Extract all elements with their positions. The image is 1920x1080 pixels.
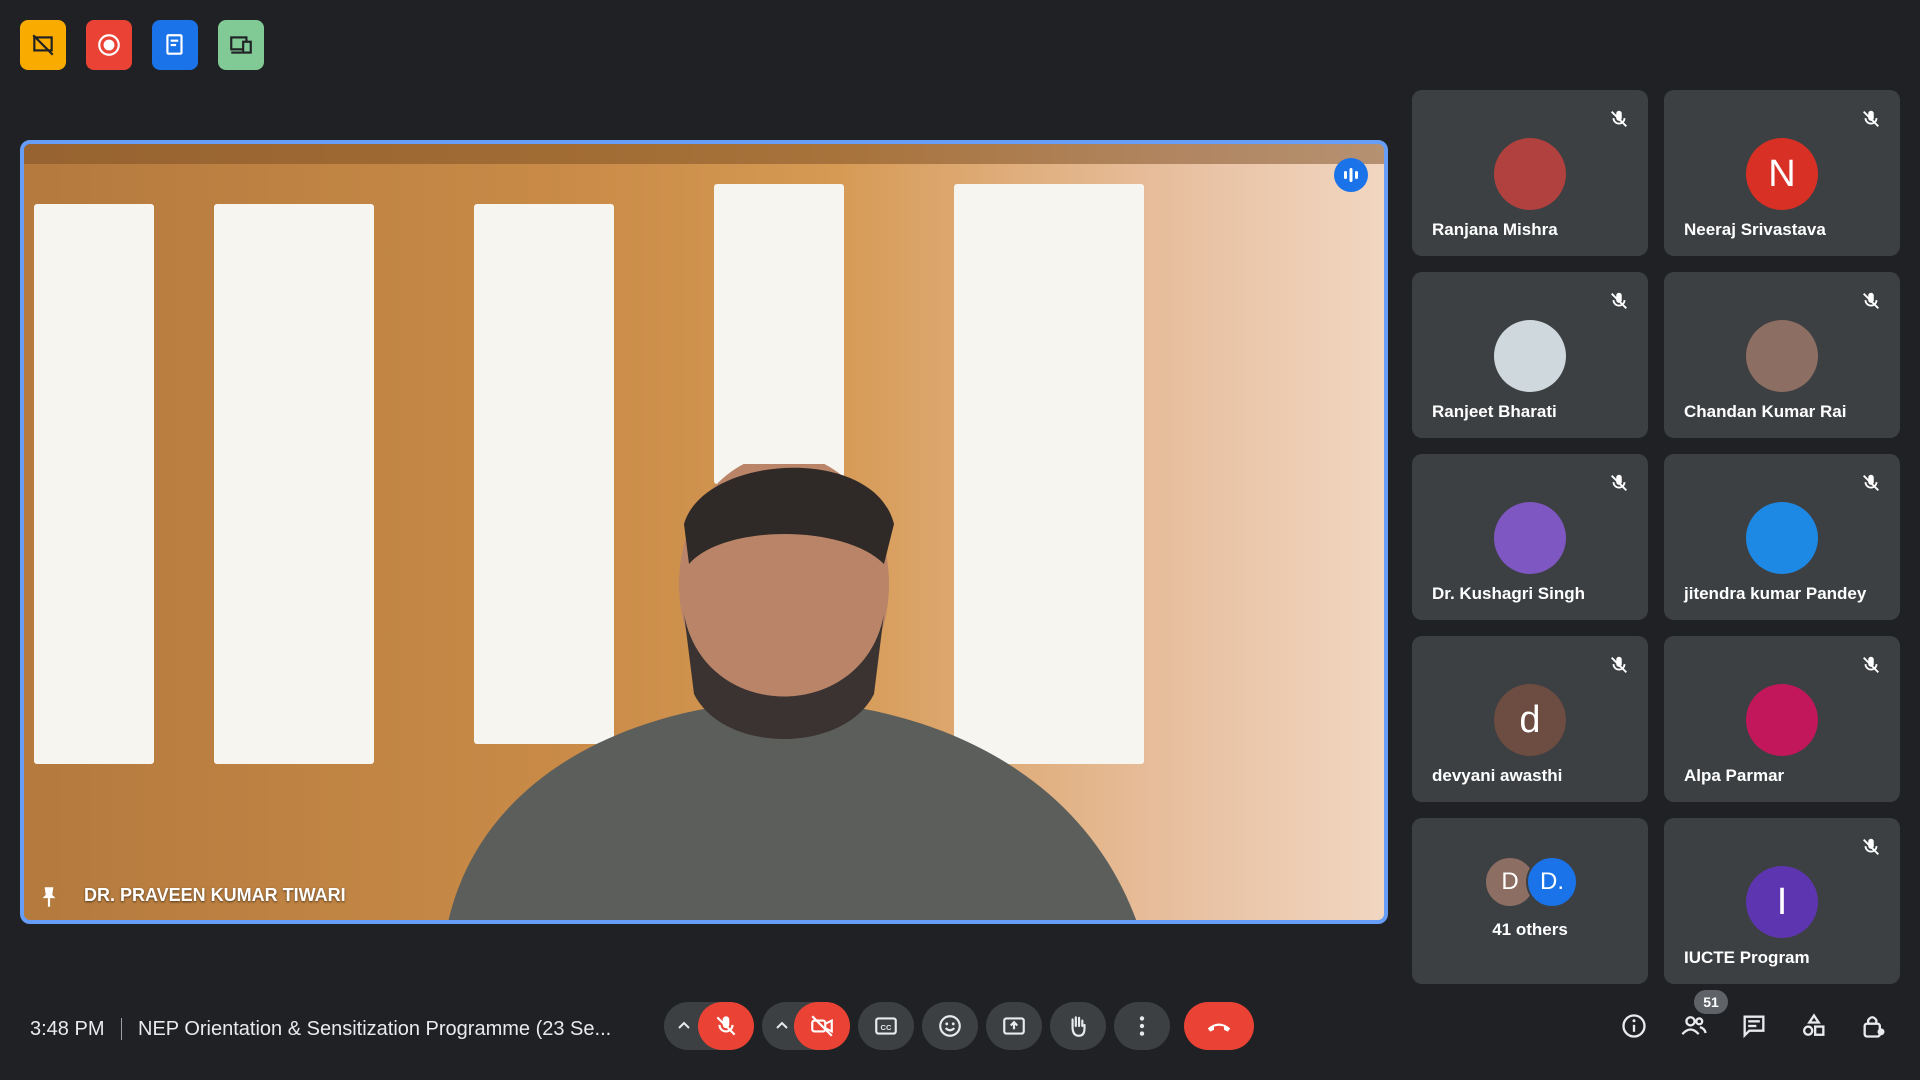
top-toolbar bbox=[20, 20, 264, 70]
main-video-tile[interactable]: DR. PRAVEEN KUMAR TIWARI bbox=[20, 140, 1388, 924]
companion-icon bbox=[230, 36, 252, 54]
participant-tile[interactable]: Ranjeet Bharati bbox=[1412, 272, 1648, 438]
reactions-button[interactable] bbox=[922, 1002, 978, 1050]
mic-toggle-button[interactable] bbox=[698, 1002, 754, 1050]
avatar bbox=[1494, 502, 1566, 574]
avatar: D. bbox=[1526, 856, 1578, 908]
mic-off-icon bbox=[1863, 838, 1879, 855]
chat-button[interactable] bbox=[1738, 1010, 1770, 1042]
people-icon bbox=[1681, 1016, 1707, 1035]
others-count: 41 others bbox=[1492, 920, 1568, 939]
mic-off-icon bbox=[1611, 656, 1627, 673]
meeting-title: NEP Orientation & Sensitization Programm… bbox=[138, 1018, 612, 1040]
participant-tile[interactable]: I IUCTE Program bbox=[1664, 818, 1900, 984]
avatar: d bbox=[1494, 684, 1566, 756]
participant-tile[interactable]: N Neeraj Srivastava bbox=[1664, 90, 1900, 256]
more-vert-icon bbox=[1139, 1016, 1145, 1036]
avatar: I bbox=[1746, 866, 1818, 938]
people-button[interactable] bbox=[1678, 1010, 1710, 1042]
meeting-time: 3:48 PM bbox=[30, 1018, 105, 1040]
activities-button[interactable] bbox=[1798, 1010, 1830, 1042]
pin-icon[interactable] bbox=[36, 884, 62, 910]
more-options-button[interactable] bbox=[1114, 1002, 1170, 1050]
chevron-up-icon bbox=[678, 1021, 690, 1029]
camera-off-icon bbox=[811, 1015, 833, 1037]
avatar: N bbox=[1746, 138, 1818, 210]
participant-name: Alpa Parmar bbox=[1684, 766, 1785, 785]
info-icon bbox=[1622, 1014, 1646, 1038]
svg-text:CC: CC bbox=[881, 1023, 892, 1032]
chat-icon bbox=[1743, 1015, 1765, 1039]
present-icon bbox=[1003, 1017, 1025, 1035]
mic-off-icon bbox=[1611, 292, 1627, 309]
mic-off-icon bbox=[1863, 292, 1879, 309]
meeting-details-button[interactable] bbox=[1618, 1010, 1650, 1042]
transcript-icon bbox=[166, 34, 183, 55]
participant-tile[interactable]: Alpa Parmar bbox=[1664, 636, 1900, 802]
window-frame bbox=[24, 144, 1384, 164]
presentation-off-icon bbox=[32, 34, 54, 56]
presentation-off-button[interactable] bbox=[20, 20, 66, 70]
camera-toggle-button[interactable] bbox=[794, 1002, 850, 1050]
leave-call-button[interactable] bbox=[1184, 1002, 1254, 1050]
bottom-bar: 3:48 PM NEP Orientation & Sensitization … bbox=[0, 990, 1920, 1064]
avatar bbox=[1494, 138, 1566, 210]
speaking-indicator-icon bbox=[1334, 158, 1368, 192]
mic-off-icon bbox=[1863, 656, 1879, 673]
mic-off-icon bbox=[716, 1016, 736, 1036]
hand-icon bbox=[1071, 1016, 1086, 1037]
mic-off-icon bbox=[1611, 474, 1627, 491]
participant-name: Ranjeet Bharati bbox=[1432, 402, 1557, 421]
emoji-icon bbox=[939, 1015, 961, 1037]
avatar bbox=[1746, 502, 1818, 574]
avatar bbox=[1746, 320, 1818, 392]
participant-name: IUCTE Program bbox=[1684, 948, 1810, 967]
host-controls-button[interactable] bbox=[1858, 1010, 1890, 1042]
mic-off-icon bbox=[1611, 110, 1627, 127]
activities-icon bbox=[1802, 1013, 1825, 1036]
closed-captions-icon: CC bbox=[875, 1017, 897, 1035]
lock-person-icon bbox=[1863, 1016, 1885, 1038]
participant-name: Chandan Kumar Rai bbox=[1684, 402, 1847, 421]
participant-name: jitendra kumar Pandey bbox=[1684, 584, 1867, 603]
raise-hand-button[interactable] bbox=[1050, 1002, 1106, 1050]
speaker-figure bbox=[448, 464, 1137, 920]
record-button[interactable] bbox=[86, 20, 132, 70]
window-pane bbox=[34, 204, 154, 764]
call-end-icon bbox=[1207, 1023, 1231, 1032]
participant-name: devyani awasthi bbox=[1432, 766, 1563, 785]
participant-name: Neeraj Srivastava bbox=[1684, 220, 1826, 239]
participant-tile[interactable]: d devyani awasthi bbox=[1412, 636, 1648, 802]
captions-button[interactable]: CC bbox=[858, 1002, 914, 1050]
speaker-name: DR. PRAVEEN KUMAR TIWARI bbox=[84, 885, 346, 905]
participant-name: Ranjana Mishra bbox=[1432, 220, 1558, 239]
window-pane bbox=[214, 204, 374, 764]
participant-tile[interactable]: jitendra kumar Pandey bbox=[1664, 454, 1900, 620]
present-screen-button[interactable] bbox=[986, 1002, 1042, 1050]
chevron-up-icon bbox=[776, 1021, 788, 1029]
record-icon bbox=[98, 34, 120, 56]
mic-off-icon bbox=[1863, 474, 1879, 491]
avatar bbox=[1494, 320, 1566, 392]
participant-name: Dr. Kushagri Singh bbox=[1432, 584, 1586, 603]
avatar bbox=[1746, 684, 1818, 756]
companion-mode-button[interactable] bbox=[218, 20, 264, 70]
mic-off-icon bbox=[1863, 110, 1879, 127]
participant-tile[interactable]: Chandan Kumar Rai bbox=[1664, 272, 1900, 438]
others-tile[interactable]: D D. 41 others bbox=[1412, 818, 1648, 984]
participant-tile[interactable]: Ranjana Mishra bbox=[1412, 90, 1648, 256]
window-pane bbox=[714, 184, 844, 484]
participant-tile[interactable]: Dr. Kushagri Singh bbox=[1412, 454, 1648, 620]
transcript-button[interactable] bbox=[152, 20, 198, 70]
divider bbox=[121, 1018, 122, 1040]
